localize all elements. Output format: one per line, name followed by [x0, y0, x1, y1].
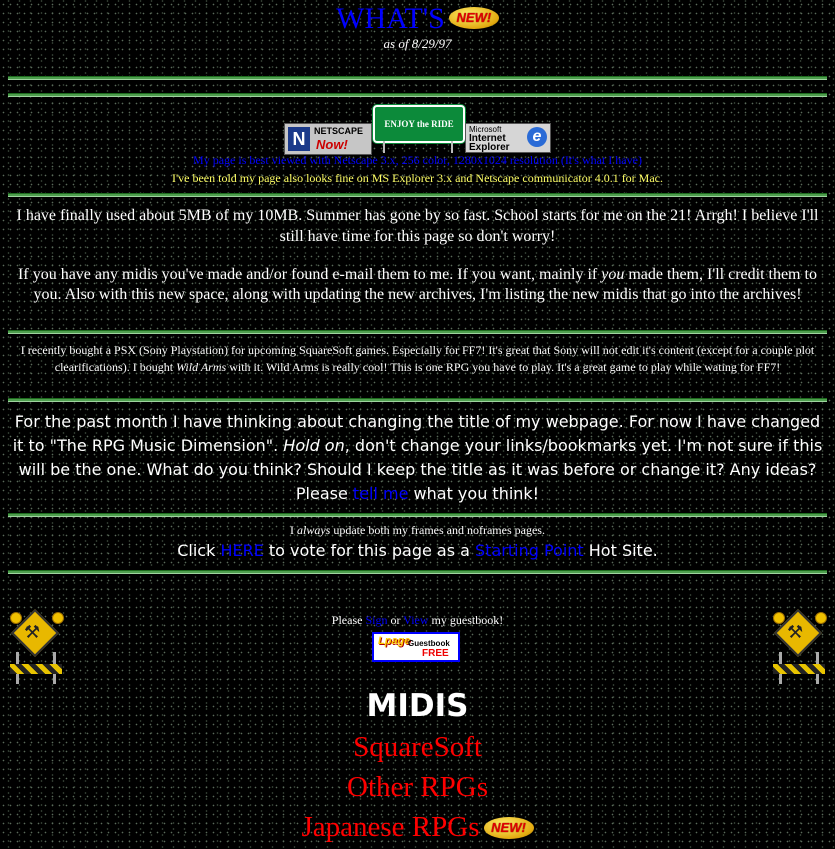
midi-link-row: Japanese RPGs NEW!: [0, 811, 835, 844]
netscape-badge-text: NETSCAPE: [314, 126, 364, 136]
guestbook-line: Please Sign or View my guestbook!: [0, 613, 835, 628]
free-label: FREE: [422, 648, 449, 659]
text: to vote for this page as a: [263, 541, 476, 560]
text: or: [387, 613, 404, 627]
text: what you think!: [408, 484, 540, 503]
best-viewed-notice: My page is best viewed with Netscape 3.x…: [193, 153, 642, 167]
text: update both my frames and noframes pages…: [330, 523, 545, 537]
divider: [8, 513, 827, 517]
lpage-logo: Lpage: [378, 635, 411, 647]
text: I: [290, 523, 298, 537]
internet-explorer-badge[interactable]: Microsoft Internet Explorer e: [465, 123, 551, 153]
page-title: WHAT'S: [336, 2, 445, 35]
midi-link-row: SquareSoft: [0, 731, 835, 764]
text: If you have any midis you've made and/or…: [18, 266, 602, 283]
divider: [8, 93, 827, 97]
guestbook-free-button[interactable]: Lpage Guestbook FREE: [372, 632, 460, 662]
update-paragraph: I have finally used about 5MB of my 10MB…: [16, 207, 819, 245]
divider: [8, 570, 827, 574]
sign-post: [451, 141, 453, 153]
text: my guestbook!: [428, 613, 504, 627]
other-rpgs-link[interactable]: Other RPGs: [347, 771, 488, 803]
squaresoft-link[interactable]: SquareSoft: [353, 731, 482, 763]
sign-guestbook-link[interactable]: Sign: [365, 613, 387, 627]
midis-heading: MIDIS: [366, 688, 469, 724]
japanese-rpgs-link[interactable]: Japanese RPGs: [301, 811, 479, 843]
vote-line: Click HERE to vote for this page as a St…: [0, 541, 835, 560]
divider: [8, 76, 827, 80]
enjoy-the-ride-badge[interactable]: ENJOY the RIDE: [373, 105, 465, 143]
starting-point-link[interactable]: Starting Point: [475, 541, 584, 560]
new-badge-icon: NEW!: [448, 7, 499, 29]
divider: [8, 398, 827, 402]
tell-me-link[interactable]: tell me: [353, 484, 409, 503]
new-badge-icon: NEW!: [483, 817, 534, 839]
emphasis: Hold on: [283, 436, 345, 455]
guestbook-label: Guestbook: [408, 639, 450, 648]
ie-line3: Explorer: [469, 142, 510, 153]
updated-date: as of 8/29/97: [383, 36, 452, 51]
emphasis: always: [297, 523, 331, 537]
ie-badge-text: Microsoft Internet Explorer: [469, 125, 510, 153]
text: Click: [177, 541, 221, 560]
psx-paragraph: I recently bought a PSX (Sony Playstatio…: [0, 342, 835, 376]
frames-note: I always update both my frames and nofra…: [0, 523, 835, 538]
browser-badges: N NETSCAPE Now! ENJOY the RIDE Microsoft…: [0, 105, 835, 155]
title-change-paragraph: For the past month I have thinking about…: [0, 410, 835, 506]
mac-notice: I've been told my page also looks fine o…: [171, 171, 664, 185]
ie-logo-icon: e: [527, 127, 547, 147]
netscape-now-badge[interactable]: N NETSCAPE Now!: [284, 123, 372, 155]
vote-here-link[interactable]: HERE: [220, 541, 263, 560]
emphasis: Wild Arms: [176, 360, 227, 374]
text: Hot Site.: [583, 541, 658, 560]
sign-post: [383, 141, 385, 153]
netscape-logo-icon: N: [288, 127, 310, 151]
view-guestbook-link[interactable]: View: [403, 613, 428, 627]
divider: [8, 330, 827, 334]
divider: [8, 193, 827, 197]
text: Please: [331, 613, 366, 627]
page-header: WHAT'S NEW!: [0, 2, 835, 36]
emphasis: you: [601, 266, 625, 283]
netscape-badge-now: Now!: [316, 137, 348, 152]
midis-request-paragraph: If you have any midis you've made and/or…: [0, 265, 835, 305]
midi-link-row: Other RPGs: [0, 771, 835, 804]
text: with it. Wild Arms is really cool! This …: [226, 360, 781, 374]
